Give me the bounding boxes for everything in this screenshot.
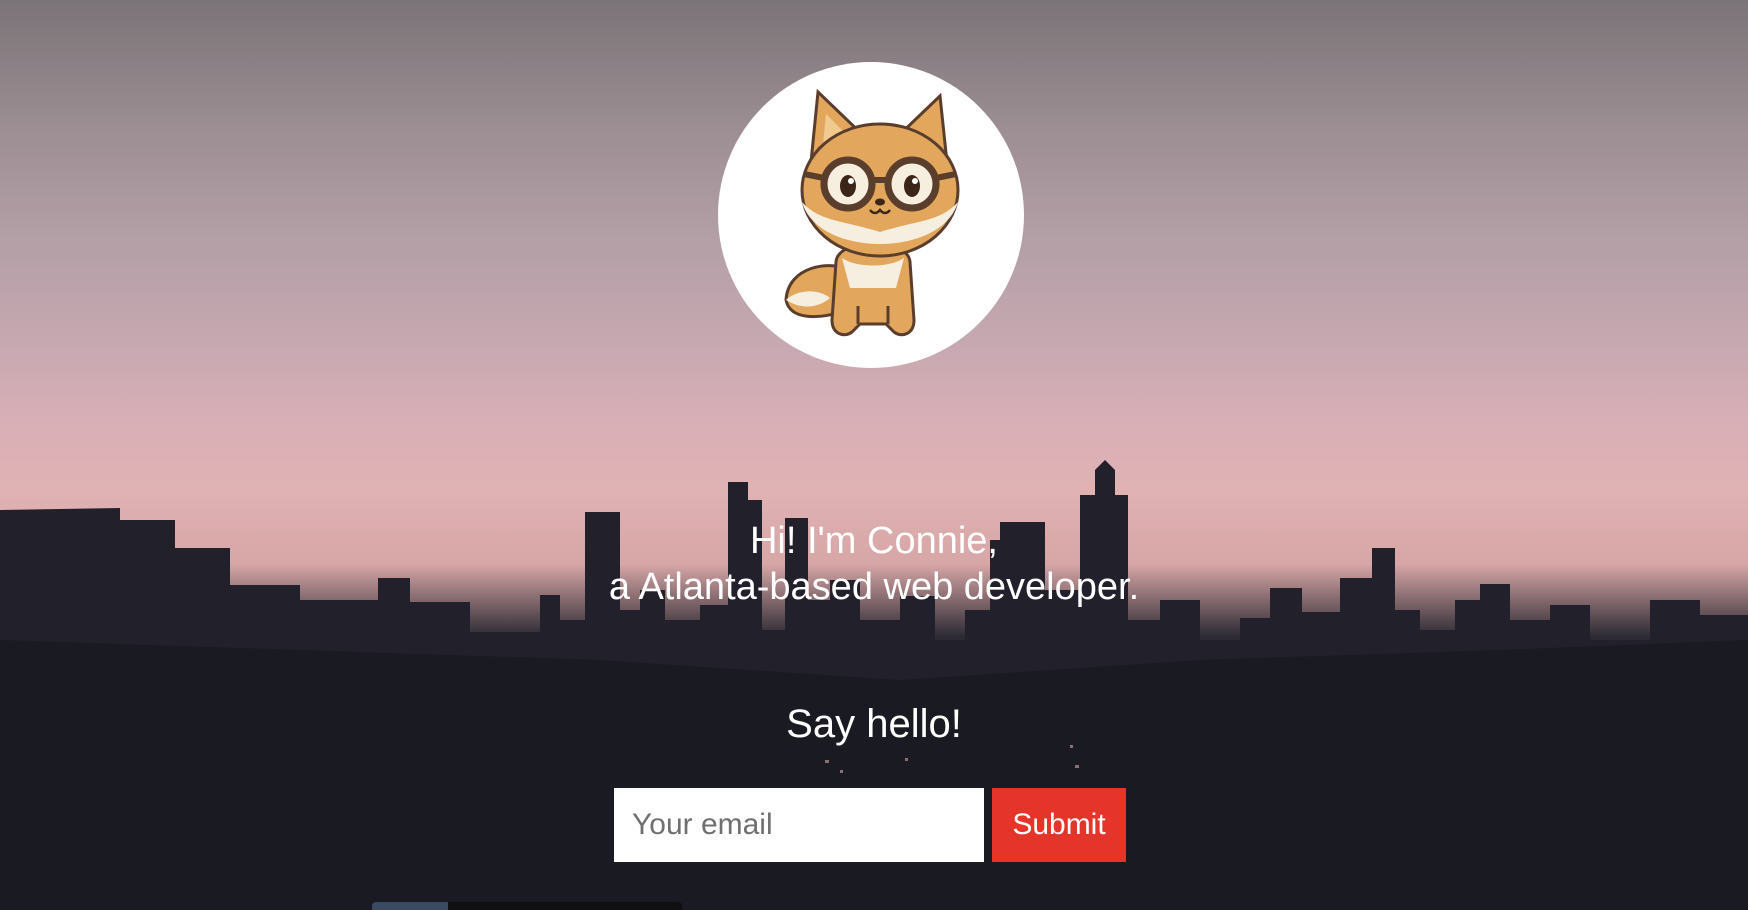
hero-section: Hi! I'm Connie, a Atlanta-based web deve… — [0, 0, 1748, 910]
intro-line-role: a Atlanta-based web developer. — [608, 566, 1140, 608]
bottom-bar-segment — [372, 902, 448, 910]
intro-heading: Hi! I'm Connie, a Atlanta-based web deve… — [0, 518, 1748, 610]
avatar — [718, 62, 1024, 368]
say-hello-heading: Say hello! — [786, 702, 962, 746]
contact-form: Submit — [614, 788, 1126, 862]
fox-with-glasses-icon — [784, 88, 960, 337]
email-input[interactable] — [614, 788, 984, 862]
submit-button[interactable]: Submit — [992, 788, 1126, 862]
bottom-bar-segment — [448, 902, 682, 910]
bottom-overlay-bar — [372, 902, 682, 910]
intro-line-greeting: Hi! I'm Connie, — [749, 520, 998, 562]
